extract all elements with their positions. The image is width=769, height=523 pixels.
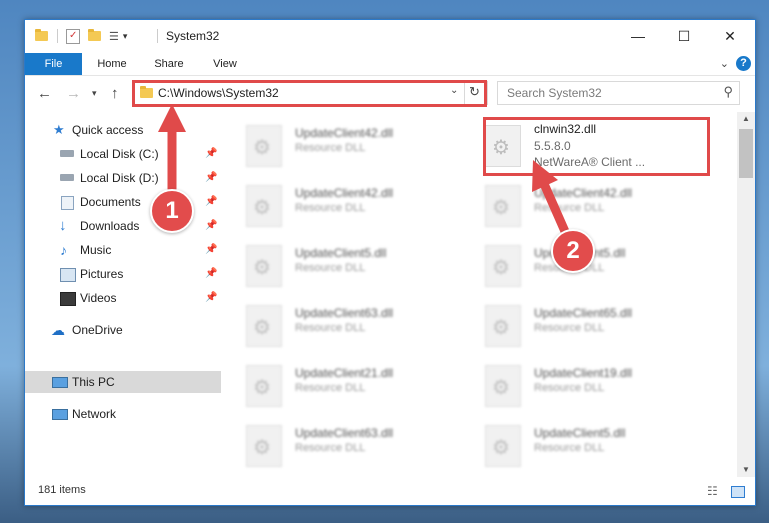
annotation-arrows <box>158 104 572 241</box>
arrow-2 <box>532 160 572 241</box>
arrow-1 <box>158 104 186 200</box>
step-badge-1: 1 <box>150 189 194 233</box>
step-badge-2: 2 <box>551 229 595 273</box>
